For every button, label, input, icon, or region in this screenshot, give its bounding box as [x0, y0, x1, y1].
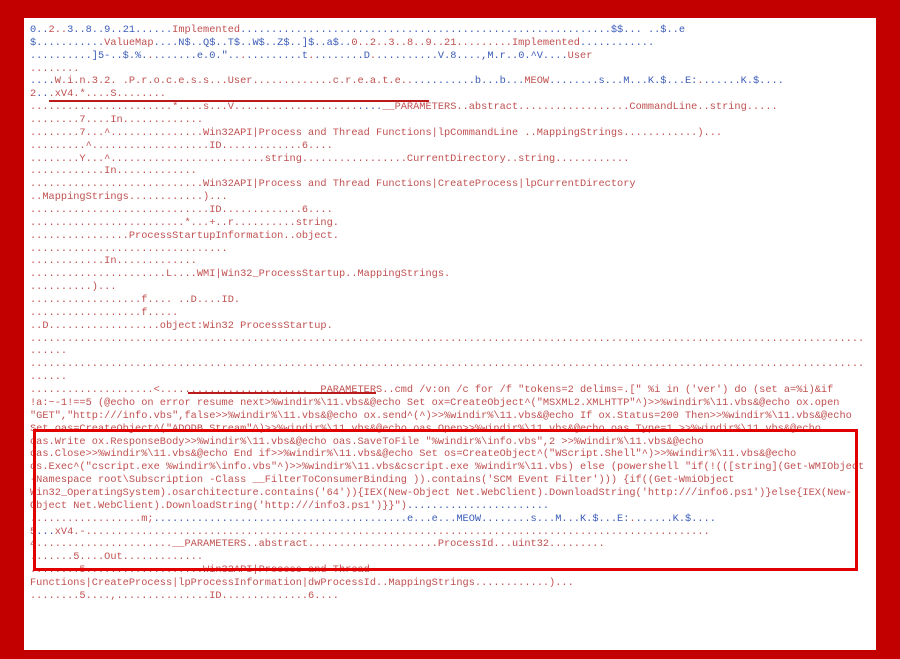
code-run: ..........b...b...	[413, 75, 524, 87]
code-run: 2..	[49, 24, 68, 36]
code-run: ................ProcessStartupInformatio…	[30, 230, 339, 242]
code-run: ..	[36, 88, 48, 100]
code-run: ................................	[30, 243, 228, 255]
code-run: ValueMap	[104, 37, 153, 49]
code-run: .......................*....s...V.......…	[30, 101, 358, 113]
code-run: ........................................…	[240, 24, 685, 36]
document-page: 0..2..3..8..9..21......Implemented......…	[24, 18, 876, 650]
code-run: ..........]5-..$.%.	[30, 50, 147, 62]
code-run: ............	[580, 37, 654, 49]
code-run: ........7...^...............Win32API|Pro…	[30, 127, 722, 139]
code-run: ..................f.... ..D....ID.	[30, 294, 240, 306]
code-run: ........................................…	[30, 333, 864, 358]
code-run: .......e.0."..	[154, 50, 241, 62]
code-run: Implemented	[172, 24, 240, 36]
code-run: ....N$..Q$..T$..W$..Z$..]$..a$..	[154, 37, 352, 49]
code-run: .......................	[407, 500, 549, 512]
code-block: 0..2..3..8..9..21......Implemented......…	[30, 24, 870, 603]
code-run: .xV4.*....S........	[49, 88, 166, 100]
code-run: 0..2..3..8..9..21.........Implemented	[351, 37, 580, 49]
code-run: ........	[30, 63, 79, 75]
code-run: ........................................…	[30, 358, 864, 383]
code-run: ..................m;	[30, 513, 154, 525]
code-run: ..................f.....	[30, 307, 178, 319]
code-run: .........t	[246, 50, 308, 62]
code-run: ..........V.8....,M.r..0.^V....	[376, 50, 568, 62]
code-run: 3..8..9..21......	[67, 24, 172, 36]
code-run: ............In.............	[30, 165, 197, 177]
code-run: ........s...M...K.$...E:	[549, 75, 697, 87]
code-run: ....	[30, 75, 55, 87]
code-run: ..D..................object:Win32 Proces…	[30, 320, 333, 332]
code-run: 0..	[30, 24, 49, 36]
code-run: .........................*...+..r.......…	[30, 217, 339, 229]
code-run: User	[568, 50, 593, 62]
code-run: 4......................__PARAMETERS..abs…	[30, 538, 605, 550]
code-run: ........7....In.............	[30, 114, 203, 126]
code-run: ....	[358, 101, 383, 113]
code-container: 0..2..3..8..9..21......Implemented......…	[30, 24, 870, 644]
code-run: xV4.-...................................…	[55, 526, 710, 538]
code-run: .........^...................ID.........…	[30, 140, 333, 152]
code-run: ..MappingStrings............)...	[30, 191, 228, 203]
code-run: ........5....,...............ID.........…	[30, 590, 339, 602]
code-run: ......K.$....	[636, 513, 716, 525]
code-run: ........D	[314, 50, 370, 62]
code-run: ........Y...^.........................st…	[30, 153, 629, 165]
code-run: ....................<...................…	[30, 384, 870, 512]
code-run: $...........	[30, 37, 104, 49]
code-run: ............In.............	[30, 255, 197, 267]
code-run: __PARAMETERS..abstract..................…	[382, 101, 777, 113]
code-run: ...	[36, 526, 55, 538]
code-run: .......5....Out.............	[30, 551, 203, 563]
code-run: ............................Win32API|Pro…	[30, 178, 642, 190]
code-run: .............................ID.........…	[30, 204, 333, 216]
code-run: ........5...................Win32API|Pro…	[30, 564, 574, 589]
code-run: ........................................…	[154, 513, 630, 525]
code-run: MEOW	[524, 75, 549, 87]
code-run: ......................L....WMI|Win32_Pro…	[30, 268, 450, 280]
code-run: W.i.n.3.2. .P.r.o.c.e.s.s...User........…	[55, 75, 413, 87]
code-run: ......K.$....	[704, 75, 784, 87]
code-run: ..........)...	[30, 281, 117, 293]
